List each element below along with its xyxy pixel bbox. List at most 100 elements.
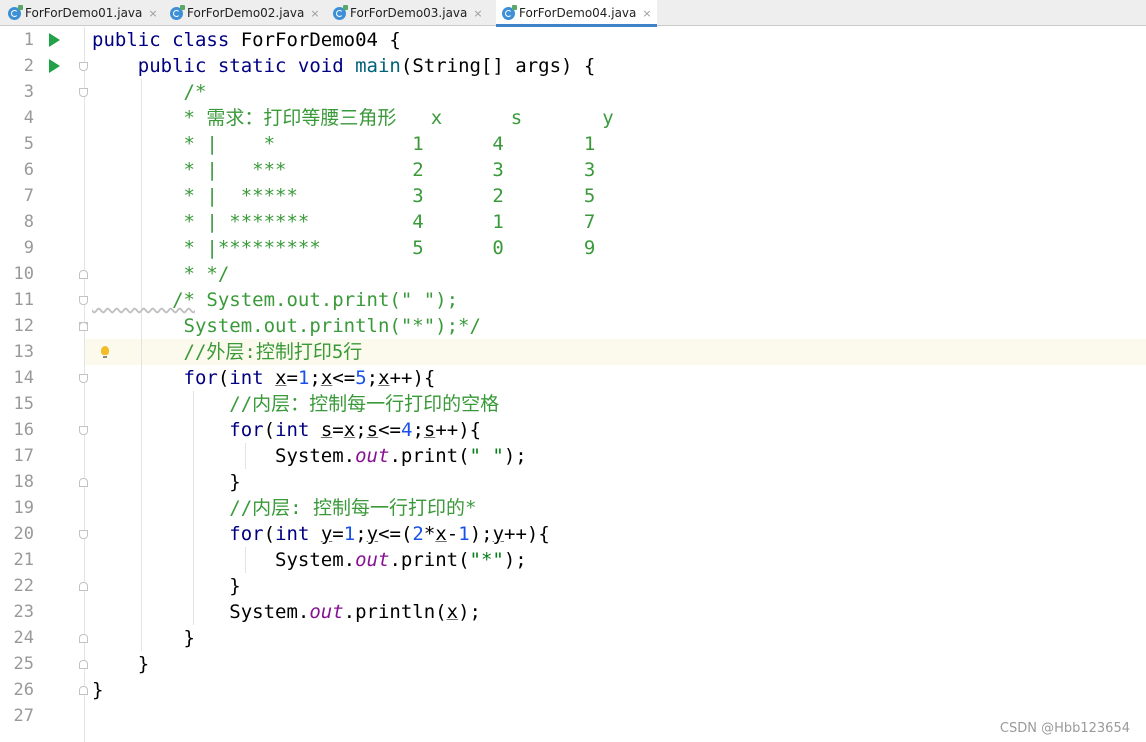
code-token: s [423, 419, 436, 441]
code-token: } [92, 575, 241, 597]
code-token: * | *** 2 3 3 [92, 159, 596, 181]
code-token: int [229, 367, 276, 389]
code-line[interactable]: } [92, 469, 240, 495]
code-line[interactable]: * | ******* 4 1 7 [92, 209, 596, 235]
code-line[interactable]: for(int x=1;x<=5;x++){ [92, 365, 436, 391]
fold-marker-icon[interactable] [79, 296, 88, 305]
code-line[interactable]: * | ***** 3 2 5 [92, 183, 596, 209]
fold-marker-icon[interactable] [79, 426, 88, 435]
intention-bulb-icon[interactable] [101, 346, 109, 358]
code-token: ( [217, 367, 230, 389]
fold-marker-icon[interactable] [79, 530, 88, 539]
line-number: 15 [13, 394, 34, 414]
code-line[interactable]: } [92, 677, 103, 703]
fold-marker-icon[interactable] [79, 634, 88, 643]
close-icon[interactable]: × [473, 7, 482, 20]
code-token: .print( [389, 549, 470, 571]
code-line[interactable]: } [92, 651, 149, 677]
code-token: y [492, 523, 505, 545]
code-token: for [229, 523, 264, 545]
java-class-icon [502, 4, 517, 20]
close-icon[interactable]: × [310, 7, 319, 20]
code-line[interactable]: * |********* 5 0 9 [92, 235, 596, 261]
fold-marker-icon[interactable] [79, 62, 88, 71]
code-token: y [366, 523, 379, 545]
code-token: * | * 1 4 1 [92, 133, 596, 155]
fold-marker-icon[interactable] [79, 374, 88, 383]
tab-forfordemo02[interactable]: ForForDemo02.java × [170, 0, 330, 26]
code-line[interactable]: } [92, 573, 241, 599]
code-token: System. [92, 445, 356, 467]
code-line[interactable]: * | * 1 4 1 [92, 131, 596, 157]
code-token: * | ******* 4 1 7 [92, 211, 596, 233]
code-token: "*" [469, 549, 504, 571]
code-line[interactable]: System.out.println(x); [92, 599, 481, 625]
active-tab-indicator [496, 24, 657, 27]
code-token: for [229, 419, 264, 441]
editor-tab-bar: ForForDemo01.java × ForForDemo02.java × … [0, 0, 1146, 27]
run-triangle-icon[interactable] [49, 33, 60, 47]
line-number: 17 [13, 446, 34, 466]
code-token: ++){ [389, 367, 436, 389]
code-line[interactable]: public class ForForDemo04 { [92, 27, 401, 53]
code-line[interactable]: System.out.print("*"); [92, 547, 527, 573]
code-token: //内层: 控制每一行打印的* [92, 497, 477, 519]
code-token: x [343, 419, 356, 441]
java-class-icon [333, 4, 348, 20]
code-line[interactable]: * | *** 2 3 3 [92, 157, 596, 183]
code-token: 2 [412, 523, 424, 545]
code-token: //内层：控制每一行打印的空格 [92, 393, 500, 415]
code-line[interactable]: //内层：控制每一行打印的空格 [92, 391, 499, 417]
tab-forfordemo03[interactable]: ForForDemo03.java × [333, 0, 493, 26]
code-token: x [320, 367, 333, 389]
tab-forfordemo04[interactable]: ForForDemo04.java × [496, 0, 657, 27]
code-token: - [446, 523, 459, 545]
tab-label: ForForDemo02.java [187, 6, 305, 20]
code-line[interactable]: System.out.print(" "); [92, 443, 527, 469]
code-token: y [320, 523, 333, 545]
fold-marker-icon[interactable] [79, 660, 88, 669]
code-line[interactable]: /* [92, 79, 207, 105]
close-icon[interactable]: × [642, 7, 651, 20]
code-line[interactable]: public static void main(String[] args) { [92, 53, 596, 79]
code-token: ; [355, 419, 367, 441]
close-icon[interactable]: × [148, 7, 157, 20]
code-line[interactable]: * 需求：打印等腰三角形 x s y [92, 105, 614, 131]
fold-marker-icon[interactable] [79, 582, 88, 591]
code-line[interactable]: System.out.println("*");*/ [92, 313, 481, 339]
code-line[interactable]: for(int s=x;s<=4;s++){ [92, 417, 481, 443]
code-line[interactable]: } [92, 625, 195, 651]
code-token: public static void [92, 55, 356, 77]
code-line[interactable]: * */ [92, 261, 230, 287]
code-line[interactable]: for(int y=1;y<=(2*x-1);y++){ [92, 521, 550, 547]
fold-marker-icon[interactable] [79, 322, 88, 331]
fold-marker-icon[interactable] [79, 270, 88, 279]
java-class-icon [8, 4, 23, 20]
fold-marker-icon[interactable] [79, 478, 88, 487]
code-token: .println( [343, 601, 447, 623]
code-token: System. [92, 601, 310, 623]
code-token: x [446, 601, 459, 623]
fold-marker-icon[interactable] [79, 88, 88, 97]
run-triangle-icon[interactable] [49, 59, 60, 73]
tab-forfordemo01[interactable]: ForForDemo01.java × [8, 0, 168, 26]
code-token: ; [309, 367, 321, 389]
code-token: ForForDemo04 { [240, 29, 401, 51]
line-number: 27 [13, 706, 34, 726]
code-token: /* [92, 81, 207, 103]
line-number: 2 [23, 56, 34, 76]
fold-marker-icon[interactable] [79, 686, 88, 695]
code-token: x [275, 367, 287, 389]
code-line[interactable]: //外层:控制打印5行 [92, 339, 363, 365]
code-token: } [92, 653, 150, 675]
code-line[interactable]: /* System.out.print(" "); [92, 287, 458, 313]
line-number: 8 [23, 212, 34, 232]
code-token: out [355, 445, 390, 467]
code-token: * |********* 5 0 9 [92, 237, 596, 259]
line-number: 6 [23, 160, 34, 180]
line-number: 23 [13, 602, 34, 622]
code-line[interactable]: //内层: 控制每一行打印的* [92, 495, 476, 521]
line-number: 16 [13, 420, 34, 440]
code-token: = [332, 523, 344, 545]
line-number: 12 [13, 316, 34, 336]
